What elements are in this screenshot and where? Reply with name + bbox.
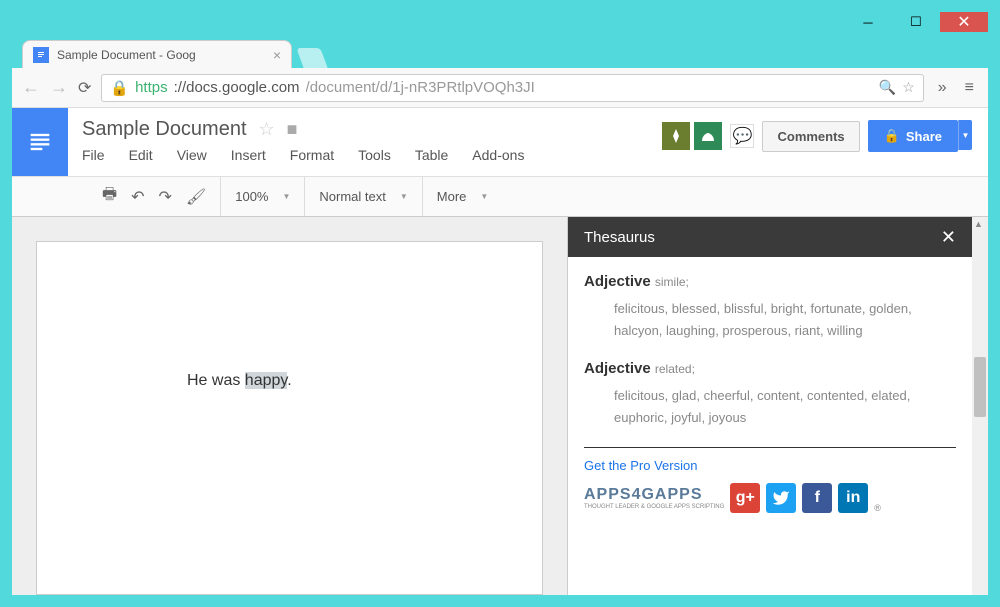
menu-item-add-ons[interactable]: Add-ons (472, 147, 524, 163)
scrollbar[interactable]: ▲ (972, 217, 988, 595)
chevron-down-icon: ▼ (400, 192, 408, 201)
document-canvas[interactable]: He was happy. (12, 217, 567, 595)
more-tools-button[interactable]: More (437, 189, 467, 204)
window-close-button[interactable]: ✕ (940, 12, 988, 32)
text-run: He was (187, 372, 245, 389)
window-minimize-button[interactable]: ─ (844, 12, 892, 32)
synonym-words[interactable]: felicitous, blessed, blissful, bright, f… (614, 298, 956, 342)
undo-icon[interactable]: ↶ (131, 187, 144, 207)
chevron-down-icon: ▼ (282, 192, 290, 201)
document-page[interactable]: He was happy. (36, 241, 543, 595)
twitter-icon[interactable] (766, 483, 796, 513)
relation-label: related; (655, 362, 695, 376)
address-bar: ← → ⟳ 🔒 https ://docs.google.com/document… (12, 68, 988, 108)
facebook-icon[interactable]: f (802, 483, 832, 513)
redo-icon[interactable]: ↷ (159, 187, 172, 207)
search-icon[interactable]: 🔍 (879, 79, 896, 96)
url-path: /document/d/1j-nR3PRtlpVOQh3JI (306, 79, 535, 96)
share-dropdown-button[interactable]: ▼ (958, 120, 972, 150)
social-row: APPS4GAPPSTHOUGHT LEADER & GOOGLE APPS S… (584, 483, 956, 513)
menu-item-tools[interactable]: Tools (358, 147, 391, 163)
lock-icon: 🔒 (884, 128, 900, 144)
registered-mark: ® (874, 503, 881, 513)
new-tab-button[interactable] (296, 48, 327, 68)
lock-icon: 🔒 (110, 79, 129, 97)
url-scheme: https (135, 79, 168, 96)
brand-logo: APPS4GAPPSTHOUGHT LEADER & GOOGLE APPS S… (584, 486, 724, 510)
docs-logo-icon[interactable] (12, 108, 68, 176)
synonym-group: Adjective related; felicitous, glad, chee… (584, 360, 956, 429)
linkedin-icon[interactable]: in (838, 483, 868, 513)
print-icon[interactable]: 🖶 (102, 183, 117, 210)
menu-item-edit[interactable]: Edit (129, 147, 153, 163)
star-icon[interactable]: ☆ (902, 79, 915, 96)
docs-favicon-icon (33, 47, 49, 63)
thesaurus-sidebar: Thesaurus ✕ Adjective simile; felicitous,… (567, 217, 972, 595)
scrollbar-thumb[interactable] (974, 357, 986, 417)
text-run: . (287, 372, 291, 389)
google-plus-icon[interactable]: g+ (730, 483, 760, 513)
collaborator-avatar[interactable] (662, 122, 690, 150)
tab-title: Sample Document - Goog (57, 48, 265, 62)
sidebar-title: Thesaurus (584, 229, 655, 246)
browser-tab[interactable]: Sample Document - Goog × (22, 40, 292, 68)
synonym-words[interactable]: felicitous, glad, cheerful, content, con… (614, 385, 956, 429)
pos-label: Adjective (584, 360, 651, 377)
browser-tabs: Sample Document - Goog × (12, 32, 988, 68)
url-input[interactable]: 🔒 https ://docs.google.com/document/d/1j-… (101, 74, 923, 102)
menu-item-file[interactable]: File (82, 147, 105, 163)
google-docs-app: Sample Document ☆ ■ File Edit View Insert Fo… (12, 108, 988, 595)
pro-version-link[interactable]: Get the Pro Version (584, 458, 956, 473)
synonym-group: Adjective simile; felicitous, blessed, bl… (584, 273, 956, 342)
zoom-selector[interactable]: 100% (235, 189, 268, 204)
relation-label: simile; (655, 275, 689, 289)
share-label: Share (906, 129, 942, 144)
document-title[interactable]: Sample Document (82, 118, 247, 141)
forward-button[interactable]: → (50, 77, 68, 98)
selected-text[interactable]: happy (245, 372, 287, 389)
formatting-toolbar: 🖶 ↶ ↷ 🖌 100% ▼ Normal text ▼ More ▼ (12, 177, 988, 217)
pos-label: Adjective (584, 273, 651, 290)
star-document-icon[interactable]: ☆ (259, 119, 275, 140)
menu-item-insert[interactable]: Insert (231, 147, 266, 163)
extensions-overflow-button[interactable]: » (934, 79, 951, 97)
url-host: ://docs.google.com (174, 79, 300, 96)
share-button[interactable]: 🔒 Share (868, 120, 958, 152)
menu-item-format[interactable]: Format (290, 147, 334, 163)
folder-icon[interactable]: ■ (287, 119, 298, 140)
comment-icon[interactable]: 💬 (730, 124, 754, 148)
chevron-down-icon: ▼ (480, 192, 488, 201)
menu-item-table[interactable]: Table (415, 147, 448, 163)
tab-close-icon[interactable]: × (273, 47, 281, 63)
paint-format-icon[interactable]: 🖌 (186, 187, 206, 207)
style-selector[interactable]: Normal text (319, 189, 385, 204)
window-maximize-button[interactable]: ☐ (892, 12, 940, 32)
menu-bar: File Edit View Insert Format Tools Table Add-on… (82, 147, 648, 163)
menu-item-view[interactable]: View (177, 147, 207, 163)
thesaurus-body[interactable]: Adjective simile; felicitous, blessed, bl… (568, 257, 972, 595)
back-button[interactable]: ← (22, 77, 40, 98)
chrome-menu-button[interactable]: ≡ (961, 79, 978, 97)
reload-button[interactable]: ⟳ (78, 78, 91, 98)
window-titlebar: ─ ☐ ✕ (12, 12, 988, 32)
comments-button[interactable]: Comments (762, 121, 859, 152)
close-icon[interactable]: ✕ (941, 227, 956, 248)
divider (584, 447, 956, 448)
collaborators (662, 122, 722, 150)
collaborator-avatar[interactable] (694, 122, 722, 150)
